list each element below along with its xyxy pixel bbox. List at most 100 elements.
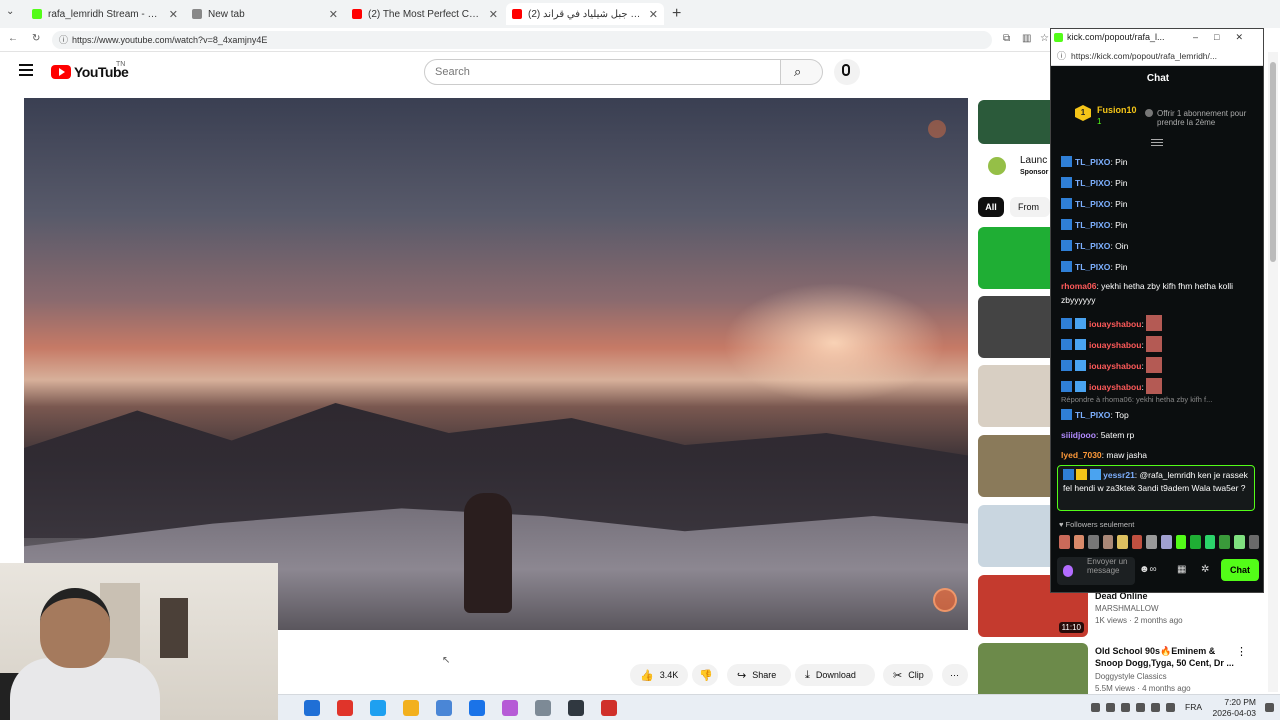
voice-search-button[interactable] <box>834 59 860 85</box>
pinned-toggle-icon[interactable] <box>1151 139 1163 147</box>
rec-title[interactable]: Old School 90s🔥Eminem & Snoop Dogg,Tyga,… <box>1095 645 1235 669</box>
close-tab-icon[interactable]: ✕ <box>169 8 178 21</box>
emote-icon[interactable] <box>1161 535 1172 549</box>
tray-chevron-icon[interactable] <box>1091 703 1100 712</box>
chat-username[interactable]: iouayshabou <box>1089 319 1141 329</box>
site-info-icon[interactable]: ⓘ <box>1057 46 1066 65</box>
url-field[interactable]: ⓘ https://www.youtube.com/watch?v=8_4xam… <box>52 31 992 49</box>
sidebar-icon[interactable]: ▥ <box>1022 33 1031 44</box>
emote-icon[interactable] <box>1175 535 1187 549</box>
scrollbar-thumb[interactable] <box>1270 62 1276 262</box>
download-button[interactable]: ⤓ Download <box>795 664 875 686</box>
taskbar-app-icon[interactable] <box>568 700 584 716</box>
window-controls[interactable]: –□✕ <box>1193 29 1259 46</box>
chip-all[interactable]: All <box>978 197 1004 217</box>
search-button[interactable]: ⌕ <box>781 59 823 85</box>
tab-youtube-perfect-country[interactable]: (2) The Most Perfect Country on th ✕ <box>346 3 504 25</box>
emote-icon[interactable] <box>1131 535 1143 549</box>
gift-box-icon[interactable]: ▦ <box>1177 564 1186 575</box>
youtube-logo-icon[interactable] <box>51 65 71 79</box>
back-arrow-icon[interactable]: ← <box>8 33 18 44</box>
close-tab-icon[interactable]: ✕ <box>489 8 498 21</box>
tab-new-tab[interactable]: New tab ✕ <box>186 3 344 25</box>
chip-from-channel[interactable]: From <box>1010 197 1050 217</box>
site-info-icon[interactable]: ⓘ <box>59 31 68 49</box>
taskbar-app-icon[interactable] <box>304 700 320 716</box>
emote-icon[interactable] <box>1073 535 1085 549</box>
popout-url-bar[interactable]: ⓘ https://kick.com/popout/rafa_lemridh/.… <box>1051 46 1263 66</box>
taskbar-app-icon[interactable] <box>601 700 617 716</box>
chat-username[interactable]: lyed_7030 <box>1061 450 1102 460</box>
chat-username[interactable]: yessr21 <box>1103 470 1135 480</box>
windows-taskbar: FRA 7:20 PM 2026-04-03 <box>278 694 1280 720</box>
search-input[interactable]: Search <box>424 59 781 85</box>
taskbar-app-icon[interactable] <box>403 700 419 716</box>
clip-button[interactable]: ✂ Clip <box>883 664 933 686</box>
emote-icon[interactable] <box>1146 535 1158 549</box>
emote-icon[interactable] <box>1088 535 1099 549</box>
settings-gear-icon[interactable]: ✲ <box>1201 564 1209 575</box>
chat-username[interactable]: siiidjooo <box>1061 430 1096 440</box>
chat-username[interactable]: rhoma06 <box>1061 281 1096 291</box>
taskbar-app-icon[interactable] <box>436 700 452 716</box>
dislike-button[interactable]: 👎 <box>692 664 718 686</box>
chat-username[interactable]: TL_PIXO <box>1075 178 1110 188</box>
tray-app-icon[interactable] <box>1121 703 1130 712</box>
emote-icon[interactable] <box>1102 535 1114 549</box>
tray-app-icon[interactable] <box>1151 703 1160 712</box>
emote-icon[interactable] <box>1117 535 1128 549</box>
chat-username[interactable]: iouayshabou <box>1089 340 1141 350</box>
chat-message-input[interactable]: Envoyer un message <box>1057 557 1135 585</box>
chat-username[interactable]: TL_PIXO <box>1075 157 1110 167</box>
chat-username[interactable]: iouayshabou <box>1089 361 1141 371</box>
language-indicator[interactable]: FRA <box>1185 702 1202 712</box>
tab-youtube-current[interactable]: (2) حل لغز جبل شيلياد في قراند ✕ <box>506 3 664 25</box>
network-icon[interactable] <box>1166 703 1175 712</box>
hamburger-menu-icon[interactable] <box>19 64 33 76</box>
page-scrollbar[interactable] <box>1268 52 1278 692</box>
tray-app-icon[interactable] <box>1106 703 1115 712</box>
microphone-icon[interactable] <box>1063 565 1073 577</box>
send-chat-button[interactable]: Chat <box>1221 559 1259 581</box>
rec-channel[interactable]: Doggystyle Classics <box>1095 672 1167 681</box>
video-player[interactable] <box>24 98 968 630</box>
close-tab-icon[interactable]: ✕ <box>329 8 338 21</box>
new-tab-button[interactable]: + <box>672 5 681 23</box>
chat-username[interactable]: TL_PIXO <box>1075 220 1110 230</box>
rec-more-icon[interactable]: ⋮ <box>1236 645 1247 658</box>
chat-username[interactable]: TL_PIXO <box>1075 262 1110 272</box>
tab-search-dropdown-icon[interactable]: ⌄ <box>6 6 14 17</box>
emote-icon[interactable] <box>1233 535 1245 549</box>
extensions-icon[interactable]: ⧉ <box>1003 33 1010 44</box>
emote-icon[interactable] <box>1219 535 1230 549</box>
emote-icon[interactable] <box>1204 535 1216 549</box>
emote-icon[interactable] <box>1248 535 1260 549</box>
share-button[interactable]: ↪ Share <box>727 664 791 686</box>
tray-app-icon[interactable] <box>1136 703 1145 712</box>
notifications-icon[interactable] <box>1265 703 1274 712</box>
taskbar-app-icon[interactable] <box>469 700 485 716</box>
sponsored-ad-card[interactable]: Launc Sponsor <box>978 149 1050 185</box>
bookmark-star-icon[interactable]: ☆ <box>1040 33 1049 44</box>
emote-icon[interactable] <box>1059 535 1070 549</box>
sub-username[interactable]: Fusion10 <box>1097 105 1137 115</box>
chat-username[interactable]: TL_PIXO <box>1075 410 1110 420</box>
emote-picker-icon[interactable]: ☻∞ <box>1139 564 1157 575</box>
taskbar-app-icon[interactable] <box>337 700 353 716</box>
reply-hint[interactable]: Répondre à rhoma06: yekhi hetha zby kifh… <box>1061 395 1212 404</box>
like-button[interactable]: 👍 3.4K <box>630 664 688 686</box>
rec-channel[interactable]: MARSHMALLOW <box>1095 604 1159 613</box>
close-tab-icon[interactable]: ✕ <box>649 8 658 21</box>
taskbar-app-icon[interactable] <box>502 700 518 716</box>
tab-kick-stream[interactable]: rafa_lemridh Stream - Watch Live ✕ <box>26 3 184 25</box>
reload-icon[interactable]: ↻ <box>32 33 40 44</box>
chat-username[interactable]: iouayshabou <box>1089 382 1141 392</box>
emote-icon[interactable] <box>1190 535 1201 549</box>
chat-username[interactable]: TL_PIXO <box>1075 199 1110 209</box>
taskbar-app-icon[interactable] <box>535 700 551 716</box>
chat-username[interactable]: TL_PIXO <box>1075 241 1110 251</box>
gift-sub-button[interactable]: Offrir 1 abonnement pour prendre la 2ème <box>1145 109 1257 127</box>
clock[interactable]: 7:20 PM 2026-04-03 <box>1213 697 1256 719</box>
more-actions-button[interactable]: ⋯ <box>942 664 968 686</box>
taskbar-app-icon[interactable] <box>370 700 386 716</box>
